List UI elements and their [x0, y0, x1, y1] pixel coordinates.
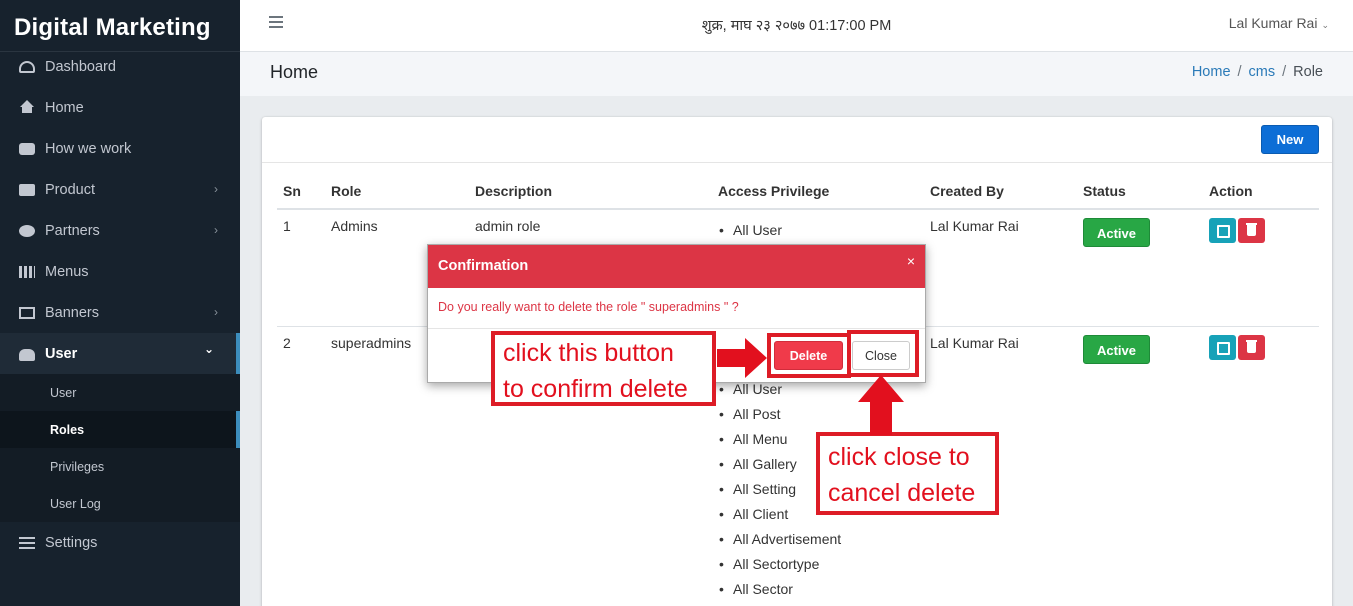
sidebar-subitem-user[interactable]: User: [0, 374, 240, 411]
trash-icon[interactable]: [1238, 218, 1265, 243]
sidebar-item-label: Product: [45, 181, 95, 198]
user-circle-icon: [19, 224, 35, 237]
annotation-line: cancel delete: [828, 479, 976, 507]
privilege-item: All Sector: [718, 577, 919, 602]
dashboard-icon: [19, 60, 35, 73]
status-badge[interactable]: Active: [1083, 334, 1150, 364]
sidebar-item-label: User: [45, 345, 78, 362]
sidebar-item-label: Dashboard: [45, 58, 116, 75]
cell-action: [1203, 325, 1319, 602]
trash-icon[interactable]: [1238, 334, 1265, 360]
topbar: शुक्र, माघ २३ २०७७ 01:17:00 PM Lal Kumar…: [240, 0, 1353, 52]
sidebar-subitem-user-log[interactable]: User Log: [0, 485, 240, 522]
annotation-line: click this button: [503, 339, 674, 367]
sidebar-nav: Dashboard Home How we work Product › Par…: [0, 46, 240, 563]
column-header-sn[interactable]: Sn: [277, 175, 325, 210]
grid-icon: [19, 265, 35, 278]
column-header-description[interactable]: Description: [469, 175, 712, 210]
breadcrumb-current: Role: [1293, 64, 1323, 80]
sidebar-subitem-privileges[interactable]: Privileges: [0, 448, 240, 485]
column-header-status[interactable]: Status: [1077, 175, 1203, 210]
chevron-down-icon: ⌄: [203, 342, 214, 356]
page-title: Home: [270, 62, 319, 82]
datetime-display: शुक्र, माघ २३ २०७७ 01:17:00 PM: [701, 18, 892, 34]
cell-sn: 1: [277, 208, 325, 326]
close-icon[interactable]: ×: [907, 253, 915, 269]
users-icon: [19, 349, 35, 361]
status-badge[interactable]: Active: [1083, 218, 1150, 247]
sidebar-item-banners[interactable]: Banners ›: [0, 292, 240, 333]
breadcrumb-cms[interactable]: cms: [1249, 64, 1276, 80]
cell-created-by: Lal Kumar Rai: [924, 208, 1077, 326]
cell-sn: 2: [277, 325, 325, 602]
sidebar-item-dashboard[interactable]: Dashboard: [0, 46, 240, 87]
modal-message: Do you really want to delete the role " …: [428, 288, 925, 329]
annotation-line: click close to: [828, 443, 970, 471]
privilege-item: All Advertisement: [718, 527, 919, 552]
breadcrumb-separator: /: [1282, 64, 1287, 80]
delete-highlight-box: [767, 333, 851, 378]
chevron-right-icon: ›: [214, 223, 218, 237]
column-header-created-by[interactable]: Created By: [924, 175, 1077, 210]
privilege-item: All Sectortype: [718, 552, 919, 577]
sidebar-item-settings[interactable]: Settings: [0, 522, 240, 563]
sidebar-item-menus[interactable]: Menus: [0, 251, 240, 292]
handshake-icon: [19, 142, 35, 155]
modal-title: Confirmation: [438, 258, 529, 274]
sidebar-item-user[interactable]: User ⌄: [0, 333, 240, 374]
sidebar-item-label: Settings: [45, 534, 98, 551]
sidebar-item-how-we-work[interactable]: How we work: [0, 128, 240, 169]
annotation-confirm-delete: click this button to confirm delete: [491, 331, 716, 406]
sidebar: Digital Marketing Dashboard Home How we …: [0, 0, 240, 606]
sidebar-item-label: Partners: [45, 222, 100, 239]
user-name: Lal Kumar Rai: [1228, 15, 1318, 31]
sidebar-item-product[interactable]: Product ›: [0, 169, 240, 210]
sidebar-item-home[interactable]: Home: [0, 87, 240, 128]
chevron-right-icon: ›: [214, 305, 218, 319]
sidebar-item-label: Banners: [45, 304, 100, 321]
breadcrumb: Home / cms / Role: [1192, 64, 1323, 80]
user-submenu: User Roles Privileges User Log: [0, 374, 240, 522]
box-icon: [19, 183, 35, 196]
close-highlight-box: [847, 330, 919, 377]
sidebar-item-label: Menus: [45, 263, 89, 280]
breadcrumb-home[interactable]: Home: [1192, 64, 1231, 80]
content-header: Home Home / cms / Role: [240, 52, 1353, 96]
cell-status: Active: [1077, 325, 1203, 602]
arrow-up-icon: [858, 375, 904, 435]
arrow-right-icon: [717, 338, 767, 378]
cell-status: Active: [1077, 208, 1203, 326]
annotation-cancel-delete: click close to cancel delete: [816, 432, 999, 515]
table-header-row: Sn Role Description Access Privilege Cre…: [277, 175, 1319, 210]
home-icon: [19, 99, 35, 114]
new-role-button[interactable]: New: [1261, 125, 1319, 154]
column-header-role[interactable]: Role: [325, 175, 469, 210]
card-header: New: [262, 117, 1332, 163]
column-header-access-privilege[interactable]: Access Privilege: [712, 175, 924, 210]
privilege-item: All User: [718, 218, 919, 243]
sidebar-item-label: Home: [45, 99, 84, 116]
sidebar-subitem-roles[interactable]: Roles: [0, 411, 240, 448]
breadcrumb-separator: /: [1237, 64, 1242, 80]
cell-action: [1203, 208, 1319, 326]
image-icon: [19, 306, 35, 319]
sidebar-item-label: How we work: [45, 140, 132, 157]
annotation-line: to confirm delete: [503, 375, 688, 403]
caret-down-icon: ⌄: [1321, 20, 1329, 30]
user-menu[interactable]: Lal Kumar Rai ⌄: [1229, 15, 1329, 31]
roles-table: Sn Role Description Access Privilege Cre…: [277, 175, 1319, 602]
modal-header: Confirmation ×: [428, 245, 925, 288]
edit-icon[interactable]: [1209, 334, 1236, 360]
edit-icon[interactable]: [1209, 218, 1236, 243]
sidebar-item-partners[interactable]: Partners ›: [0, 210, 240, 251]
brand-title[interactable]: Digital Marketing: [0, 0, 240, 52]
chevron-right-icon: ›: [214, 182, 218, 196]
column-header-action[interactable]: Action: [1203, 175, 1319, 210]
sliders-icon: [19, 536, 35, 549]
